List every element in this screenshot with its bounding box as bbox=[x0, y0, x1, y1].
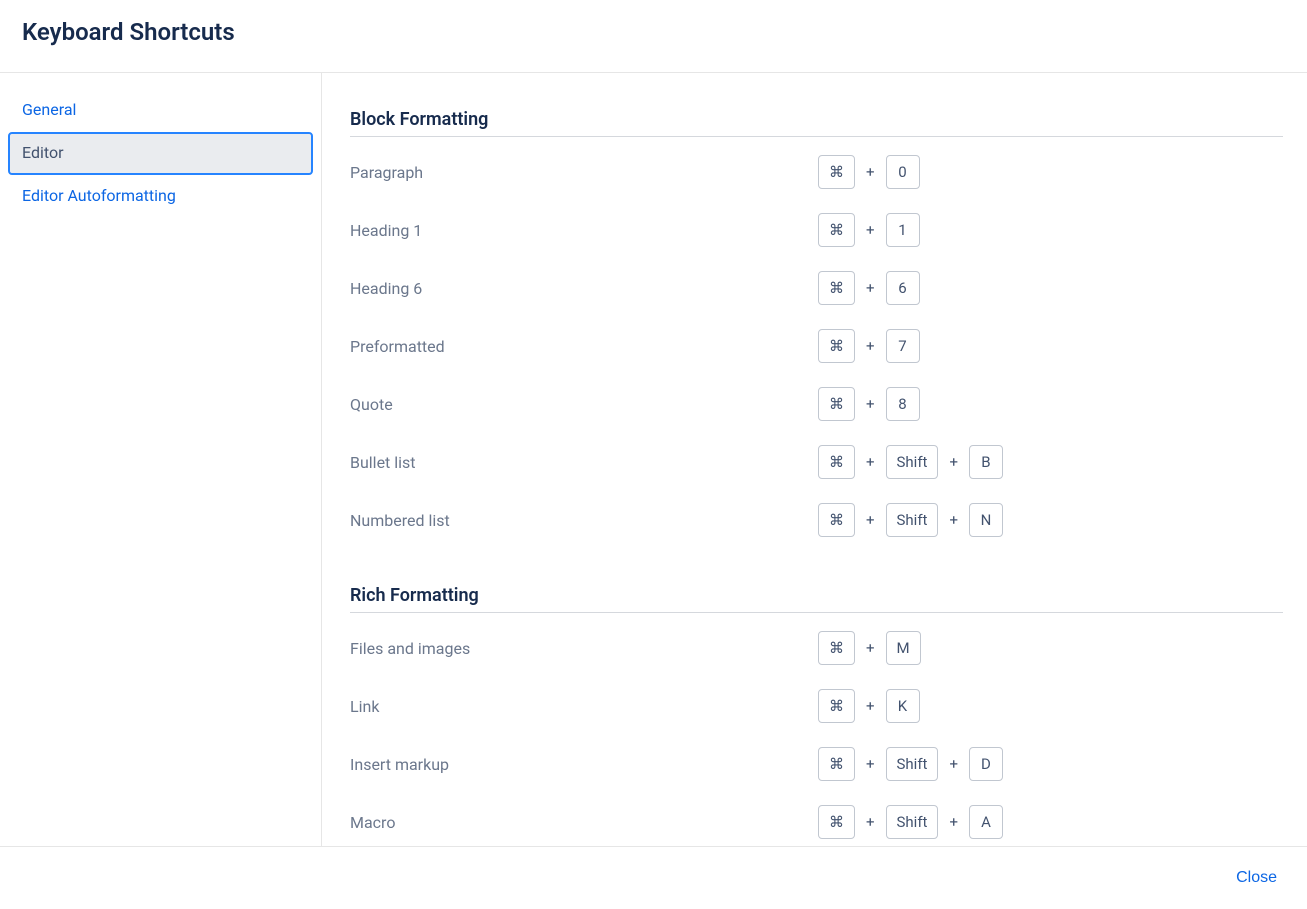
shortcut-keys: ⌘ + Shift + B bbox=[818, 445, 1003, 479]
sidebar-item-label: General bbox=[22, 100, 76, 119]
shortcut-label: Link bbox=[350, 697, 818, 716]
key: 8 bbox=[886, 387, 920, 421]
key-separator: + bbox=[866, 813, 875, 831]
key: Shift bbox=[886, 747, 939, 781]
key: ⌘ bbox=[818, 387, 855, 421]
key: ⌘ bbox=[818, 503, 855, 537]
key-separator: + bbox=[866, 221, 875, 239]
key: ⌘ bbox=[818, 271, 855, 305]
shortcut-label: Macro bbox=[350, 813, 818, 832]
key: ⌘ bbox=[818, 213, 855, 247]
key-separator: + bbox=[949, 755, 958, 773]
shortcut-keys: ⌘ +1 bbox=[818, 213, 920, 247]
key: 1 bbox=[886, 213, 920, 247]
key: D bbox=[969, 747, 1003, 781]
key: ⌘ bbox=[818, 329, 855, 363]
shortcut-row: Quote⌘ +8 bbox=[350, 375, 1283, 433]
key: ⌘ bbox=[818, 445, 855, 479]
shortcut-label: Numbered list bbox=[350, 511, 818, 530]
shortcut-label: Heading 6 bbox=[350, 279, 818, 298]
close-button[interactable]: Close bbox=[1230, 865, 1283, 891]
key: 6 bbox=[886, 271, 920, 305]
key-separator: + bbox=[866, 511, 875, 529]
key-separator: + bbox=[949, 453, 958, 471]
key-separator: + bbox=[866, 755, 875, 773]
key-separator: + bbox=[866, 697, 875, 715]
shortcut-label: Bullet list bbox=[350, 453, 818, 472]
sidebar-item-label: Editor bbox=[22, 143, 63, 162]
key: Shift bbox=[886, 445, 939, 479]
shortcut-label: Preformatted bbox=[350, 337, 818, 356]
shortcut-row: Heading 1⌘ +1 bbox=[350, 201, 1283, 259]
shortcut-keys: ⌘ +0 bbox=[818, 155, 920, 189]
keyboard-shortcuts-dialog: Keyboard Shortcuts General Editor Editor A… bbox=[0, 0, 1307, 909]
key: M bbox=[886, 631, 921, 665]
key-separator: + bbox=[949, 813, 958, 831]
shortcut-keys: ⌘ +8 bbox=[818, 387, 920, 421]
sidebar-item-editor-autoformatting[interactable]: Editor Autoformatting bbox=[8, 175, 313, 218]
sidebar: General Editor Editor Autoformatting bbox=[0, 73, 322, 846]
sidebar-item-editor[interactable]: Editor bbox=[8, 132, 313, 175]
key: ⌘ bbox=[818, 689, 855, 723]
key: ⌘ bbox=[818, 747, 855, 781]
shortcut-label: Files and images bbox=[350, 639, 818, 658]
key: ⌘ bbox=[818, 805, 855, 839]
key: Shift bbox=[886, 805, 939, 839]
key-separator: + bbox=[866, 639, 875, 657]
shortcut-keys: ⌘ + Shift + N bbox=[818, 503, 1003, 537]
shortcut-label: Heading 1 bbox=[350, 221, 818, 240]
key-separator: + bbox=[866, 163, 875, 181]
shortcut-keys: ⌘ + Shift + A bbox=[818, 805, 1003, 839]
shortcut-row: Files and images⌘ + M bbox=[350, 619, 1283, 677]
shortcut-keys: ⌘ +7 bbox=[818, 329, 920, 363]
shortcut-keys: ⌘ + M bbox=[818, 631, 921, 665]
key: Shift bbox=[886, 503, 939, 537]
key-separator: + bbox=[949, 511, 958, 529]
key-separator: + bbox=[866, 279, 875, 297]
dialog-footer: Close bbox=[0, 846, 1307, 909]
shortcut-row: Preformatted⌘ +7 bbox=[350, 317, 1283, 375]
key-separator: + bbox=[866, 453, 875, 471]
shortcut-row: Paragraph⌘ +0 bbox=[350, 143, 1283, 201]
sidebar-item-label: Editor Autoformatting bbox=[22, 186, 176, 205]
shortcut-row: Numbered list⌘ + Shift + N bbox=[350, 491, 1283, 549]
shortcut-row: Macro⌘ + Shift + A bbox=[350, 793, 1283, 846]
key: 0 bbox=[886, 155, 920, 189]
key: ⌘ bbox=[818, 631, 855, 665]
dialog-body: General Editor Editor Autoformatting Block… bbox=[0, 73, 1307, 846]
section-title: Rich Formatting bbox=[350, 585, 1283, 613]
shortcut-label: Insert markup bbox=[350, 755, 818, 774]
key: K bbox=[886, 689, 920, 723]
dialog-title: Keyboard Shortcuts bbox=[22, 18, 1285, 46]
key: 7 bbox=[886, 329, 920, 363]
key: A bbox=[969, 805, 1003, 839]
content-pane[interactable]: Block FormattingParagraph⌘+0Heading 1⌘+1… bbox=[322, 73, 1307, 846]
shortcut-label: Paragraph bbox=[350, 163, 818, 182]
shortcut-row: Link⌘ + K bbox=[350, 677, 1283, 735]
sidebar-item-general[interactable]: General bbox=[8, 89, 313, 132]
shortcut-keys: ⌘ + Shift + D bbox=[818, 747, 1003, 781]
shortcut-row: Insert markup⌘ + Shift + D bbox=[350, 735, 1283, 793]
shortcut-label: Quote bbox=[350, 395, 818, 414]
key: N bbox=[969, 503, 1003, 537]
key: B bbox=[969, 445, 1003, 479]
key: ⌘ bbox=[818, 155, 855, 189]
key-separator: + bbox=[866, 395, 875, 413]
section-title: Block Formatting bbox=[350, 109, 1283, 137]
shortcut-row: Bullet list⌘ + Shift + B bbox=[350, 433, 1283, 491]
shortcut-keys: ⌘ + K bbox=[818, 689, 920, 723]
key-separator: + bbox=[866, 337, 875, 355]
shortcut-keys: ⌘ +6 bbox=[818, 271, 920, 305]
shortcut-row: Heading 6⌘ +6 bbox=[350, 259, 1283, 317]
dialog-header: Keyboard Shortcuts bbox=[0, 0, 1307, 73]
